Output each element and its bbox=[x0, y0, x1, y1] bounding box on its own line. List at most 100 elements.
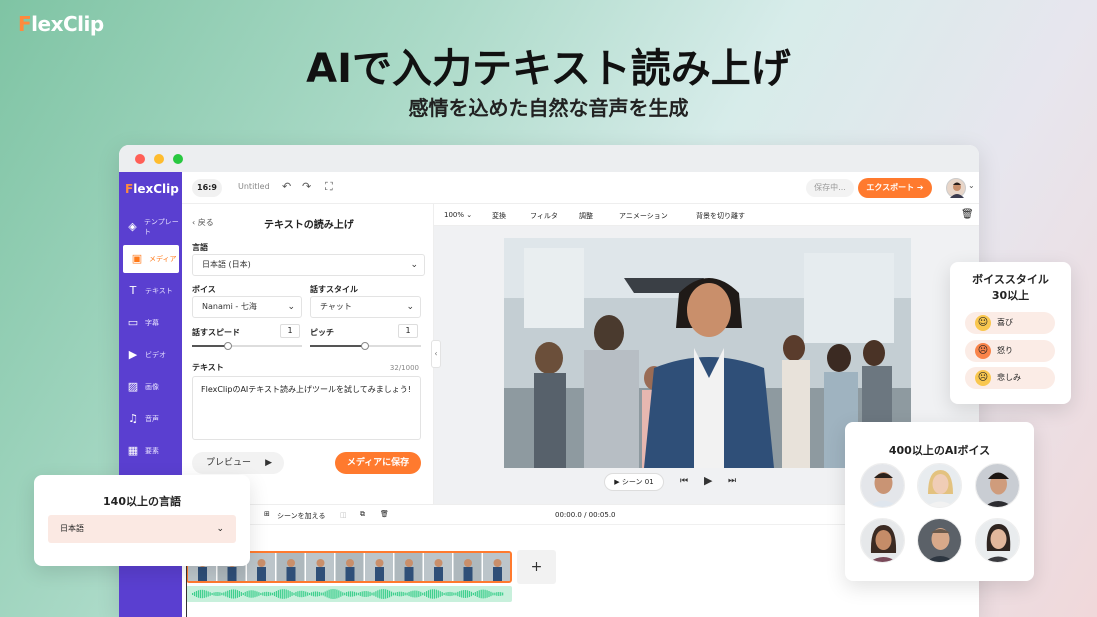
animation-button[interactable]: アニメーション bbox=[619, 211, 668, 221]
user-avatar[interactable] bbox=[946, 178, 966, 198]
style-chip-joy[interactable]: ☺ 喜び bbox=[965, 312, 1055, 334]
slider-handle[interactable] bbox=[361, 342, 369, 350]
pitch-input[interactable]: 1 bbox=[398, 324, 418, 338]
minimize-window-button[interactable] bbox=[154, 154, 164, 164]
waveform-graphic bbox=[192, 589, 504, 599]
project-title[interactable]: Untitled bbox=[238, 182, 270, 191]
speaking-style-select[interactable]: チャット ⌄ bbox=[310, 296, 421, 318]
chevron-down-icon: ⌄ bbox=[216, 524, 224, 534]
voice-avatar[interactable] bbox=[975, 518, 1020, 563]
speed-slider[interactable] bbox=[192, 342, 302, 350]
style-chip-anger[interactable]: ☹ 怒り bbox=[965, 340, 1055, 362]
panel-title: テキストの読み上げ bbox=[264, 220, 354, 231]
adjust-button[interactable]: 調整 bbox=[579, 211, 593, 221]
language-dropdown[interactable]: 日本語 ⌄ bbox=[48, 515, 236, 543]
text-label: テキスト bbox=[192, 363, 224, 372]
music-icon: ♫ bbox=[128, 412, 138, 425]
sidebar-item-text[interactable]: T テキスト bbox=[119, 277, 182, 305]
voice-avatar[interactable] bbox=[975, 463, 1020, 508]
audio-waveform-track[interactable] bbox=[186, 586, 512, 602]
undo-icon[interactable]: ↶ bbox=[282, 180, 291, 193]
subheadline: 感情を込めた自然な音声を生成 bbox=[408, 96, 689, 120]
duplicate-icon[interactable]: ⧉ bbox=[360, 510, 365, 519]
voice-avatar[interactable] bbox=[917, 518, 962, 563]
languages-card-title: 140以上の言語 bbox=[103, 495, 181, 508]
preview-button[interactable]: プレビュー ▶ bbox=[192, 452, 284, 474]
fullscreen-icon[interactable]: ⛶ bbox=[325, 180, 333, 194]
saving-status: 保存中... bbox=[806, 179, 854, 197]
edit-toolbar: 100% ⌄ 変換 フィルタ 調整 アニメーション 背景を切り離す 🗑 bbox=[434, 204, 979, 226]
language-select[interactable]: 日本語 (日本) ⌄ bbox=[192, 254, 425, 276]
timecode: 00:00.0 / 00:05.0 bbox=[555, 511, 616, 519]
ai-voices-card: 400以上のAIボイス bbox=[845, 422, 1034, 581]
languages-card: 140以上の言語 日本語 ⌄ bbox=[34, 475, 250, 566]
voice-label: ボイス bbox=[192, 285, 216, 294]
add-scene-button[interactable]: シーンを加える bbox=[277, 511, 325, 521]
sidebar-item-media[interactable]: ▣ メディア bbox=[123, 245, 179, 273]
elements-icon: ▦ bbox=[127, 444, 139, 457]
maximize-window-button[interactable] bbox=[173, 154, 183, 164]
voice-avatar[interactable] bbox=[860, 518, 905, 563]
pitch-label: ピッチ bbox=[310, 328, 334, 337]
chevron-down-icon: ⌄ bbox=[410, 260, 418, 270]
scene-selector[interactable]: ▶ シーン 01 bbox=[604, 473, 664, 491]
collapse-panel-handle[interactable]: ‹ bbox=[431, 340, 441, 368]
close-window-button[interactable] bbox=[135, 154, 145, 164]
sidebar-item-video[interactable]: ▶ ビデオ bbox=[119, 341, 182, 369]
sidebar-item-images[interactable]: ▨ 画像 bbox=[119, 373, 182, 401]
text-icon: T bbox=[129, 284, 137, 297]
sad-face-icon: ☹ bbox=[975, 370, 991, 386]
skip-back-icon[interactable]: ⏮ bbox=[680, 476, 688, 486]
pitch-slider[interactable] bbox=[310, 342, 421, 350]
aspect-ratio-button[interactable]: 16:9 bbox=[192, 179, 222, 197]
chevron-down-icon: ⌄ bbox=[287, 302, 295, 312]
speed-input[interactable]: 1 bbox=[280, 324, 300, 338]
voice-select[interactable]: Nanami - 七海 ⌄ bbox=[192, 296, 302, 318]
happy-face-icon: ☺ bbox=[975, 315, 991, 331]
subtitle-icon: ▭ bbox=[127, 316, 139, 329]
voice-styles-card: ボイススタイル 30以上 ☺ 喜び ☹ 怒り ☹ 悲しみ bbox=[950, 262, 1071, 404]
redo-icon[interactable]: ↷ bbox=[302, 180, 311, 193]
character-count: 32/1000 bbox=[389, 364, 419, 372]
filter-button[interactable]: フィルタ bbox=[530, 211, 558, 221]
voice-styles-card-title: ボイススタイル 30以上 bbox=[972, 273, 1049, 302]
editor-topbar: 16:9 Untitled ↶ ↷ ⛶ 保存中... エクスポート ➔ ⌄ bbox=[182, 172, 979, 204]
slider-handle[interactable] bbox=[224, 342, 232, 350]
play-icon: ▶ bbox=[265, 458, 272, 468]
split-icon[interactable]: ◫ bbox=[340, 511, 347, 519]
voice-avatar[interactable] bbox=[917, 463, 962, 508]
angry-face-icon: ☹ bbox=[975, 343, 991, 359]
sidebar-logo: FlexClip bbox=[125, 182, 179, 196]
speed-label: 話すスピード bbox=[192, 328, 240, 337]
chevron-down-icon: ⌄ bbox=[406, 302, 414, 312]
chevron-down-icon[interactable]: ⌄ bbox=[968, 181, 975, 190]
skip-forward-icon[interactable]: ⏭ bbox=[728, 476, 736, 486]
sidebar-item-templates[interactable]: ◈ テンプレート bbox=[119, 213, 182, 241]
export-button[interactable]: エクスポート ➔ bbox=[858, 178, 932, 198]
tts-text-input[interactable]: FlexClipのAIテキスト読み上げツールを試してみましょう! bbox=[192, 376, 421, 440]
layers-icon: ◈ bbox=[128, 220, 137, 233]
save-to-media-button[interactable]: メディアに保存 bbox=[335, 452, 421, 474]
zoom-select[interactable]: 100% ⌄ bbox=[444, 211, 472, 219]
image-icon: ▨ bbox=[127, 380, 139, 393]
ai-voices-card-title: 400以上のAIボイス bbox=[888, 444, 991, 457]
transform-button[interactable]: 変換 bbox=[492, 211, 506, 221]
add-scene-plus-button[interactable]: + bbox=[517, 550, 556, 584]
style-chip-sadness[interactable]: ☹ 悲しみ bbox=[965, 367, 1055, 389]
trash-icon[interactable]: 🗑 bbox=[961, 209, 974, 220]
delete-icon[interactable]: 🗑 bbox=[380, 510, 389, 518]
tts-panel: ‹ 戻る テキストの読み上げ 言語 日本語 (日本) ⌄ ボイス Nanami -… bbox=[182, 204, 434, 504]
media-folder-icon: ▣ bbox=[131, 252, 143, 265]
add-scene-icon[interactable]: ⊞ bbox=[264, 510, 270, 518]
voice-avatar[interactable] bbox=[860, 463, 905, 508]
language-label: 言語 bbox=[192, 243, 208, 252]
sidebar-item-audio[interactable]: ♫ 音声 bbox=[119, 405, 182, 433]
window-titlebar bbox=[119, 145, 979, 172]
sidebar-item-elements[interactable]: ▦ 要素 bbox=[119, 437, 182, 465]
sidebar-item-subtitles[interactable]: ▭ 字幕 bbox=[119, 309, 182, 337]
video-icon: ▶ bbox=[128, 348, 138, 361]
back-button[interactable]: ‹ 戻る bbox=[192, 217, 214, 228]
play-icon[interactable]: ▶ bbox=[704, 474, 712, 487]
flexclip-logo: FlexClip bbox=[18, 12, 104, 36]
remove-background-button[interactable]: 背景を切り離す bbox=[696, 211, 745, 221]
